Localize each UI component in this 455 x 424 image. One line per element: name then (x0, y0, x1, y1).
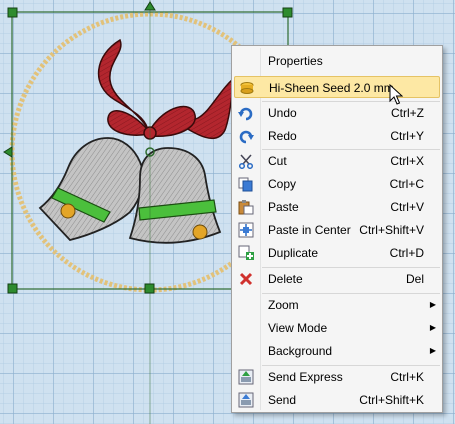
menu-item-properties[interactable]: Properties (234, 50, 440, 72)
undo-icon (238, 105, 254, 121)
bow-loop-left (107, 110, 149, 136)
scissors-icon (238, 153, 254, 170)
resize-handle-top-left (7, 7, 18, 18)
resize-handle-bottom-left (7, 283, 18, 294)
menu-item-delete[interactable]: Delete Del (234, 268, 440, 290)
mouse-pointer-icon (389, 84, 403, 105)
context-menu: Properties Hi-Sheen Seed 2.0 mm Undo Ctr… (231, 45, 443, 413)
menu-item-shortcut: Ctrl+Shift+V (359, 223, 424, 237)
menu-item-label: Hi-Sheen Seed 2.0 mm (269, 81, 394, 95)
send-express-icon (238, 369, 254, 385)
menu-item-background[interactable]: Background ▶ (234, 340, 440, 362)
menu-item-redo[interactable]: Redo Ctrl+Y (234, 125, 440, 147)
menu-item-shortcut: Del (405, 272, 424, 286)
menu-item-label: Send Express (268, 370, 343, 384)
menu-item-label: Copy (268, 177, 297, 191)
menu-item-label: Background (268, 344, 333, 358)
menu-item-shortcut: Ctrl+Y (390, 129, 424, 143)
rotate-handle-left (3, 146, 13, 158)
copy-icon (238, 176, 254, 192)
menu-item-duplicate[interactable]: Duplicate Ctrl+D (234, 242, 440, 264)
menu-item-copy[interactable]: Copy Ctrl+C (234, 173, 440, 195)
send-icon (238, 392, 254, 408)
submenu-arrow-icon: ▶ (429, 300, 436, 309)
redo-icon (238, 128, 254, 144)
menu-item-hi-sheen-seed[interactable]: Hi-Sheen Seed 2.0 mm (234, 76, 440, 98)
menu-item-cut[interactable]: Cut Ctrl+X (234, 150, 440, 172)
menu-item-zoom[interactable]: Zoom ▶ (234, 294, 440, 316)
delete-x-icon (238, 271, 254, 287)
menu-item-undo[interactable]: Undo Ctrl+Z (234, 102, 440, 124)
submenu-arrow-icon: ▶ (429, 323, 436, 332)
paste-icon (238, 199, 254, 215)
bell-right (128, 147, 222, 244)
menu-item-shortcut: Ctrl+K (390, 370, 424, 384)
menu-item-paste-in-center[interactable]: Paste in Center Ctrl+Shift+V (234, 219, 440, 241)
menu-item-send-express[interactable]: Send Express Ctrl+K (234, 366, 440, 388)
menu-item-label: View Mode (268, 321, 328, 335)
bell-right-clapper (192, 224, 208, 240)
submenu-arrow-icon: ▶ (429, 346, 436, 355)
paste-center-icon (238, 222, 254, 238)
bell-left (38, 137, 145, 242)
menu-item-shortcut: Ctrl+X (390, 154, 424, 168)
menu-item-label: Redo (268, 129, 297, 143)
rotate-handle-top (144, 1, 156, 11)
menu-item-label: Delete (268, 272, 303, 286)
resize-handle-top-right (282, 7, 293, 18)
bead-icon (239, 80, 255, 96)
menu-item-label: Paste in Center (268, 223, 351, 237)
menu-item-shortcut: Ctrl+C (389, 177, 424, 191)
menu-item-shortcut: Ctrl+Shift+K (359, 393, 424, 407)
resize-handle-bottom-center (144, 283, 155, 294)
menu-item-paste[interactable]: Paste Ctrl+V (234, 196, 440, 218)
bow-loop-right (149, 105, 196, 138)
menu-item-shortcut: Ctrl+V (390, 200, 424, 214)
menu-item-label: Duplicate (268, 246, 319, 260)
menu-item-shortcut: Ctrl+D (389, 246, 424, 260)
menu-item-label: Zoom (268, 298, 299, 312)
duplicate-icon (238, 245, 254, 261)
menu-item-label: Undo (268, 106, 297, 120)
bell-left-clapper (60, 203, 76, 219)
menu-item-send[interactable]: Send Ctrl+Shift+K (234, 389, 440, 411)
menu-item-label: Cut (268, 154, 287, 168)
menu-item-view-mode[interactable]: View Mode ▶ (234, 317, 440, 339)
menu-item-label: Paste (268, 200, 299, 214)
menu-item-label: Properties (268, 54, 323, 68)
menu-item-label: Send (268, 393, 297, 407)
